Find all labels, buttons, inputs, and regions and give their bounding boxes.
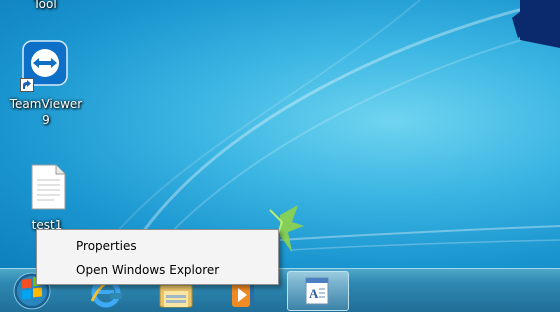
jump-list-menu: Properties Open Windows Explorer	[36, 229, 279, 285]
shortcut-arrow-icon	[20, 78, 34, 92]
svg-text:A: A	[309, 286, 319, 301]
teamviewer-label-line1: TeamViewer	[9, 97, 83, 111]
text-file-icon[interactable]	[30, 164, 66, 210]
wordpad-icon: A	[305, 277, 329, 305]
teamviewer-label-line2: 9	[42, 113, 50, 127]
wordpad-button[interactable]: A	[287, 271, 349, 311]
teamviewer-label: TeamViewer 9	[6, 96, 86, 128]
menu-item-open-windows-explorer[interactable]: Open Windows Explorer	[76, 263, 219, 277]
wallpaper-graphic	[89, 0, 560, 268]
tool-label: Tool	[33, 0, 57, 11]
desktop-background: Tool TeamViewer 9 test1	[0, 0, 560, 268]
menu-item-properties[interactable]: Properties	[76, 239, 137, 253]
desktop-icon-tool-label[interactable]: Tool	[20, 0, 70, 11]
